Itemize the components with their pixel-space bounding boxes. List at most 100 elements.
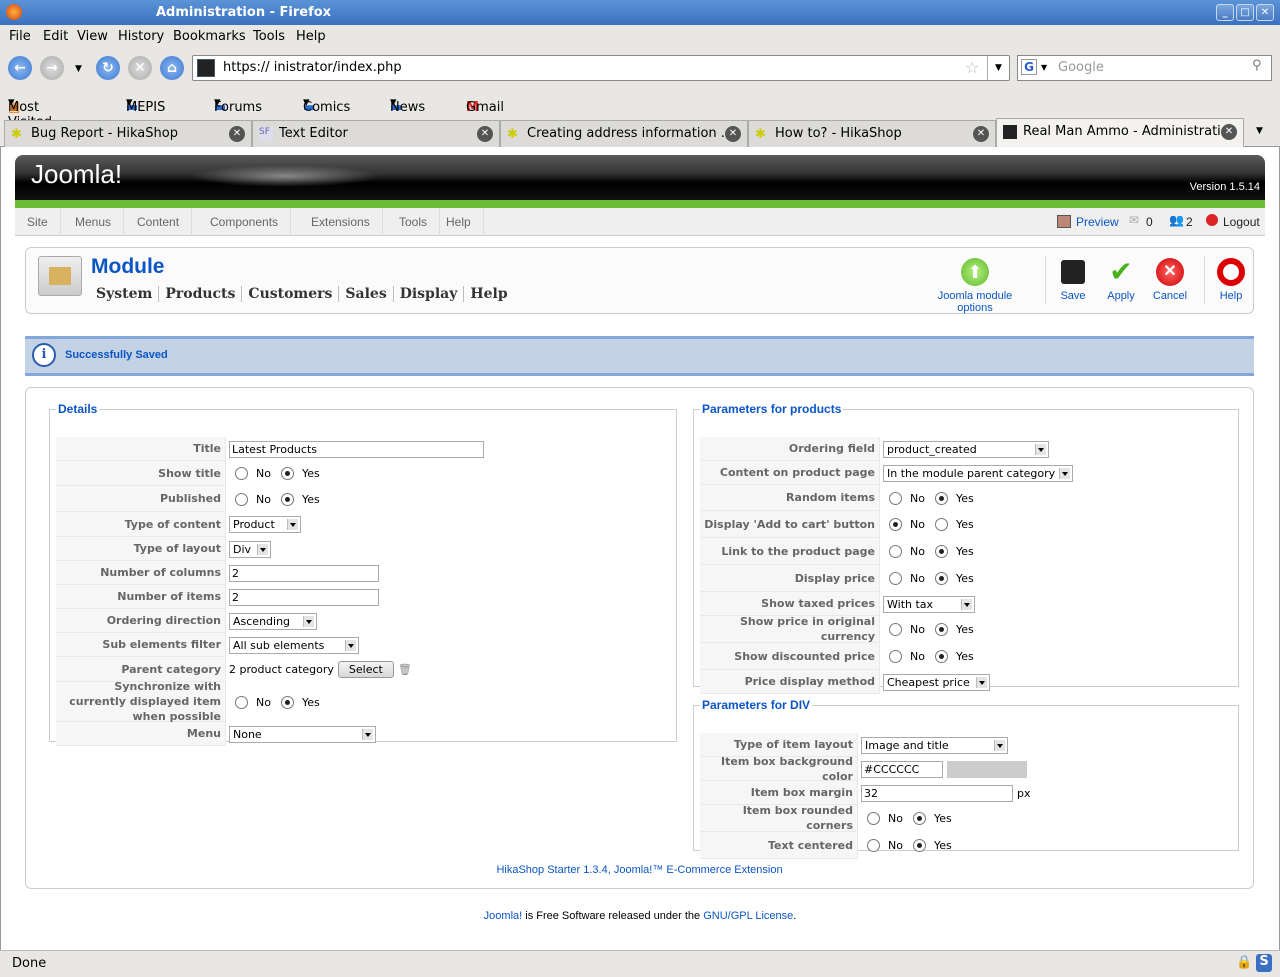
content-on-product-page-select[interactable]: In the module parent category xyxy=(883,464,1073,482)
joomla-link[interactable]: Joomla! xyxy=(484,910,523,922)
reload-icon[interactable]: ↻ xyxy=(96,56,120,80)
tab-how-to[interactable]: ✱ How to? - HikaShop ✕ xyxy=(748,120,996,147)
item-box-rounded-corners-radio-yes[interactable] xyxy=(912,812,926,825)
item-box-background-color-input[interactable]: #CCCCCC xyxy=(861,760,943,778)
type-of-item-layout-select[interactable]: Image and title xyxy=(861,736,1008,754)
random-items-radio-yes[interactable] xyxy=(934,491,948,505)
bookmark-most-visited[interactable]: ▣ Most Visited ▾ xyxy=(8,95,52,130)
show-discounted-price-radio-yes[interactable] xyxy=(934,650,948,663)
tab-text-editor[interactable]: SF Text Editor ✕ xyxy=(252,120,500,147)
ordering-field-select[interactable]: product_created xyxy=(883,440,1049,458)
sync-icon[interactable]: S xyxy=(1256,954,1272,972)
bookmark-comics[interactable]: ▬ Comics ▾ xyxy=(303,95,350,115)
users-count[interactable]: 2 xyxy=(1186,215,1193,229)
item-box-margin-input[interactable]: 32 xyxy=(861,784,1013,802)
search-placeholder[interactable]: Google xyxy=(1058,60,1104,75)
subnav-products[interactable]: Products xyxy=(159,286,243,302)
item-box-rounded-corners-radio-no[interactable] xyxy=(867,812,880,825)
history-dropdown-icon[interactable]: ▼ xyxy=(75,64,82,74)
price-display-method-select[interactable]: Cheapest price xyxy=(883,673,990,691)
display-add-to-cart-button-radio-yes[interactable] xyxy=(934,518,948,531)
number-of-columns-input[interactable]: 2 xyxy=(229,564,379,582)
tab-creating-address[interactable]: ✱ Creating address information ... ✕ xyxy=(500,120,748,147)
menu-edit[interactable]: Edit xyxy=(43,29,68,44)
preview-link[interactable]: Preview xyxy=(1076,215,1119,229)
url-bar[interactable]: https:// inistrator/index.php ☆ ▼ xyxy=(192,55,1010,81)
admin-menu-help[interactable]: Help xyxy=(434,208,484,236)
close-tab-icon[interactable]: ✕ xyxy=(477,126,493,142)
subnav-help[interactable]: Help xyxy=(464,286,513,302)
display-price-radio-no[interactable] xyxy=(889,572,902,585)
tab-list-icon[interactable]: ▼ xyxy=(1256,126,1263,136)
subnav-customers[interactable]: Customers xyxy=(242,286,340,302)
close-window-button[interactable]: ✕ xyxy=(1256,4,1274,21)
subnav-display[interactable]: Display xyxy=(394,286,465,302)
cancel-button[interactable]: ✕ Cancel xyxy=(1150,258,1190,302)
published-radio-no[interactable] xyxy=(235,492,248,506)
admin-menu-extensions[interactable]: Extensions xyxy=(299,208,383,236)
link-to-the-product-page-radio-no[interactable] xyxy=(889,545,902,558)
admin-menu-tools[interactable]: Tools xyxy=(387,208,441,236)
text-centered-radio-yes[interactable] xyxy=(912,839,926,852)
search-icon[interactable]: ⚲ xyxy=(1252,58,1262,73)
forward-icon[interactable]: → xyxy=(40,56,64,80)
search-bar[interactable]: G ▼ Google ⚲ xyxy=(1017,55,1272,81)
title-input[interactable]: Latest Products xyxy=(229,440,484,458)
back-icon[interactable]: ← xyxy=(8,56,32,80)
google-engine-icon[interactable]: G xyxy=(1021,59,1037,75)
save-button[interactable]: Save xyxy=(1056,258,1090,302)
synchronize-with-currently-displayed-item-when-possible-radio-yes[interactable] xyxy=(280,695,294,709)
link-to-the-product-page-radio-yes[interactable] xyxy=(934,545,948,558)
menu-view[interactable]: View xyxy=(77,29,108,44)
sub-elements-filter-select[interactable]: All sub elements xyxy=(229,636,359,654)
lock-icon[interactable]: 🔒 xyxy=(1236,955,1252,970)
license-link[interactable]: GNU/GPL License xyxy=(703,910,793,922)
show-price-in-original-currency-radio-yes[interactable] xyxy=(934,623,948,636)
synchronize-with-currently-displayed-item-when-possible-radio-no[interactable] xyxy=(235,695,248,709)
select-category-button[interactable]: Select xyxy=(337,661,394,678)
close-tab-icon[interactable]: ✕ xyxy=(229,126,245,142)
tab-bug-report[interactable]: ✱ Bug Report - HikaShop ✕ xyxy=(4,120,252,147)
tab-administration[interactable]: Real Man Ammo - Administration ✕ xyxy=(996,118,1244,148)
close-tab-icon[interactable]: ✕ xyxy=(973,126,989,142)
apply-button[interactable]: ✔ Apply xyxy=(1103,258,1139,303)
subnav-sales[interactable]: Sales xyxy=(339,286,394,302)
number-of-items-input[interactable]: 2 xyxy=(229,588,379,606)
display-price-radio-yes[interactable] xyxy=(934,572,948,585)
menu-help[interactable]: Help xyxy=(296,29,326,44)
messages-count[interactable]: 0 xyxy=(1146,215,1153,229)
menu-history[interactable]: History xyxy=(118,29,164,44)
menu-select[interactable]: None xyxy=(229,725,376,743)
admin-menu-components[interactable]: Components xyxy=(198,208,292,236)
show-taxed-prices-select[interactable]: With tax xyxy=(883,595,975,613)
engine-dropdown-icon[interactable]: ▼ xyxy=(1041,63,1047,72)
home-icon[interactable]: ⌂ xyxy=(160,56,184,80)
url-text[interactable]: https:// inistrator/index.php xyxy=(223,60,402,75)
menu-file[interactable]: File xyxy=(9,29,31,44)
type-of-content-select[interactable]: Product xyxy=(229,516,301,533)
admin-menu-menus[interactable]: Menus xyxy=(63,208,125,236)
text-centered-radio-no[interactable] xyxy=(867,839,880,852)
show-title-radio-no[interactable] xyxy=(235,467,248,480)
admin-menu-content[interactable]: Content xyxy=(125,208,193,236)
bookmark-star-icon[interactable]: ☆ xyxy=(965,58,979,77)
menu-bookmarks[interactable]: Bookmarks xyxy=(173,29,246,44)
minimize-button[interactable]: _ xyxy=(1216,4,1234,21)
admin-menu-site[interactable]: Site xyxy=(15,208,61,236)
show-price-in-original-currency-radio-no[interactable] xyxy=(889,623,902,636)
close-tab-icon[interactable]: ✕ xyxy=(1221,124,1237,140)
display-add-to-cart-button-radio-no[interactable] xyxy=(889,518,902,531)
bookmark-news[interactable]: ▬ News ▾ xyxy=(390,95,425,115)
joomla-module-options-button[interactable]: ⬆ Joomla module options xyxy=(919,258,1031,314)
menu-tools[interactable]: Tools xyxy=(253,29,285,44)
show-title-radio-yes[interactable] xyxy=(280,467,294,480)
show-discounted-price-radio-no[interactable] xyxy=(889,650,902,663)
published-radio-yes[interactable] xyxy=(280,492,294,506)
hikashop-link[interactable]: HikaShop Starter 1.3.4, Joomla!™ E-Comme… xyxy=(496,864,782,876)
subnav-system[interactable]: System xyxy=(96,286,160,302)
random-items-radio-no[interactable] xyxy=(889,491,902,505)
stop-icon[interactable]: ✕ xyxy=(128,56,152,80)
type-of-layout-select[interactable]: Div xyxy=(229,540,271,558)
trash-icon[interactable]: 🗑 xyxy=(398,663,412,676)
close-tab-icon[interactable]: ✕ xyxy=(725,126,741,142)
